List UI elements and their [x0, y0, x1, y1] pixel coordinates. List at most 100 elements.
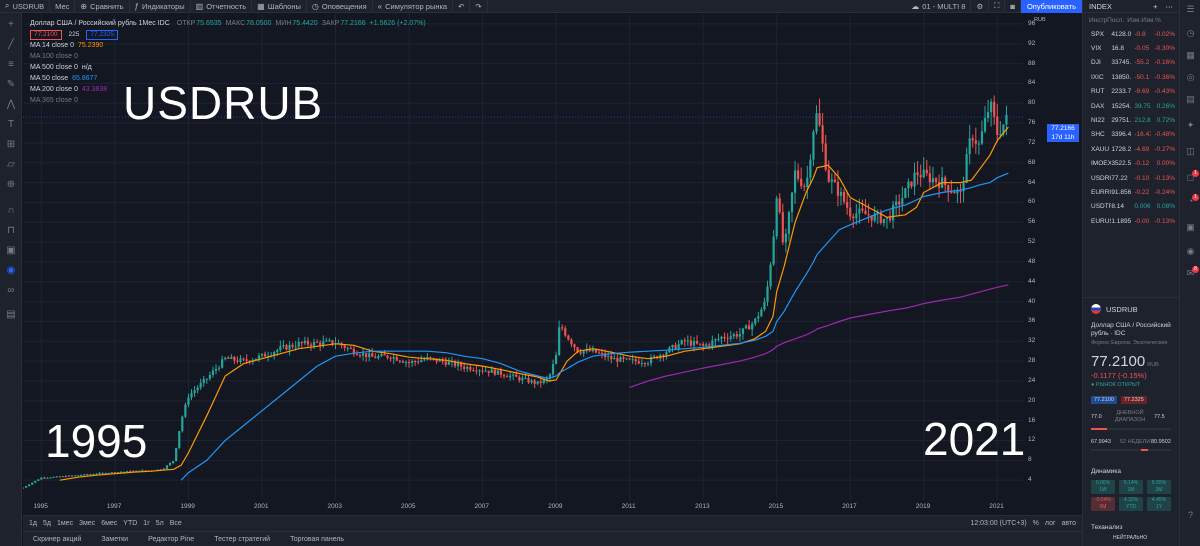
redo-button[interactable]: ↷ [470, 0, 488, 13]
candle-body [499, 370, 503, 375]
chart-pane[interactable]: Доллар США / Российский рубль 1Мес IDC О… [23, 14, 1059, 515]
watchlist-row[interactable]: SPX 4128.0 -0.8 -0.02% [1083, 27, 1179, 41]
panel-tab[interactable]: Торговая панель [280, 536, 354, 543]
text-icon[interactable]: T [0, 119, 22, 130]
col-change[interactable]: Изм. [1127, 17, 1141, 24]
trash-icon[interactable]: ▤ [0, 309, 22, 320]
trend-line-icon[interactable]: ╱ [0, 39, 22, 50]
range-button[interactable]: 1г [143, 520, 149, 527]
watchlist-row[interactable]: EURUS1.1895-0.00 -0.13% [1083, 214, 1179, 228]
zoom-in-icon[interactable]: ⊕ [0, 179, 22, 190]
details-bid[interactable]: 77.2100 [1091, 396, 1117, 404]
alerts-clock-icon[interactable]: ◷ [1180, 28, 1200, 39]
symbol-search-button[interactable]: ⌕ USDRUB [0, 0, 51, 13]
ma-row[interactable]: MA 100 close 0 [30, 51, 430, 62]
price-axis[interactable]: RUB 96 92 88 84 80 76 72 68 64 60 56 52 48 44 40 36 32 28… [1020, 14, 1059, 515]
streams-icon[interactable]: ◫ [1180, 146, 1200, 157]
candle-body [77, 475, 80, 477]
clock[interactable]: 12:03:00 (UTC+3) [970, 520, 1026, 527]
range-button[interactable]: 1д [29, 520, 37, 527]
range-button[interactable]: 3мес [79, 520, 95, 527]
watchlist-row[interactable]: DJI 33745. -55.2 -0.16% [1083, 56, 1179, 70]
col-change-pct[interactable]: Изм.% [1141, 17, 1161, 24]
panel-tab[interactable]: Редактор Pine [138, 536, 204, 543]
col-symbol[interactable]: Инстр [1089, 17, 1107, 24]
watchlist-row[interactable]: USDTR8.14 0.0062 0.08% [1083, 200, 1179, 214]
watchlist-row[interactable]: XAUU 1728.2 -4.69 -0.27% [1083, 142, 1179, 156]
auto-toggle[interactable]: авто [1062, 520, 1076, 527]
percent-toggle[interactable]: % [1033, 520, 1039, 527]
snapshot-button[interactable]: ◙ [1005, 0, 1021, 13]
lock-open-icon[interactable]: ⊓ [0, 225, 22, 236]
candle-body [383, 354, 386, 356]
settings-button[interactable]: ⚙ [971, 0, 990, 13]
panel-tab[interactable]: Заметки [91, 536, 138, 543]
watchlist-row[interactable]: USDRU77.22 -0.10 -0.13% [1083, 171, 1179, 185]
watchlist-icon[interactable]: ☰ [1180, 4, 1200, 15]
undo-button[interactable]: ↶ [453, 0, 471, 13]
indicators-button[interactable]: ƒ Индикаторы [130, 0, 191, 13]
broadcast-icon[interactable]: ◉ [1180, 246, 1200, 257]
watchlist-title[interactable]: INDEX [1089, 2, 1112, 11]
add-symbol-icon[interactable]: + [1153, 2, 1157, 11]
range-button[interactable]: 5д [43, 520, 51, 527]
log-toggle[interactable]: лог [1045, 520, 1056, 527]
compare-button[interactable]: ⊕ Сравнить [75, 0, 130, 13]
wl-change: -50.1 [1134, 73, 1150, 81]
ruler-icon[interactable]: ▱ [0, 159, 22, 170]
calendar-events-icon[interactable]: ▣ [1180, 222, 1200, 233]
watchlist-row[interactable]: VIX 16.8 -0.05 -0.30% [1083, 41, 1179, 55]
watchlist-row[interactable]: IMOEX 3522.5 -0.12 0.00% [1083, 157, 1179, 171]
ma-row[interactable]: MA 500 close 0 н/д [30, 62, 430, 73]
ma-label: MA 365 close 0 [30, 97, 78, 104]
candle-body [800, 178, 803, 187]
fib-icon[interactable]: ≡ [0, 59, 22, 70]
help-icon[interactable]: ? [1180, 510, 1200, 520]
crosshair-icon[interactable]: + [0, 19, 22, 30]
watchlist-row[interactable]: IXIC 13850. -50.1 -0.36% [1083, 70, 1179, 84]
brush-icon[interactable]: ✎ [0, 79, 22, 90]
layout-button[interactable]: ☁ 01 - MULTI 8 [906, 0, 972, 13]
range-button[interactable]: 6мес [101, 520, 117, 527]
candle-body [643, 363, 647, 365]
panel-tab[interactable]: Скринер акций [23, 536, 91, 543]
watchlist-row[interactable]: RUT 2233.7 -9.69 -0.43% [1083, 85, 1179, 99]
col-last[interactable]: Посл. [1107, 17, 1124, 24]
projection-icon[interactable]: ⊞ [0, 139, 22, 150]
watchlist-row[interactable]: DAX 15254. 39.75 0.26% [1083, 99, 1179, 113]
more-icon[interactable]: ⋯ [1166, 2, 1174, 11]
calendar-icon[interactable]: ▤ [1180, 94, 1200, 105]
time-axis[interactable]: 1995 1997 1999 2001 2003 2005 2007 2009 2011 2013… [23, 500, 1059, 514]
interval-button[interactable]: Мес [50, 0, 76, 13]
details-ask[interactable]: 77.2325 [1120, 396, 1147, 404]
data-window-icon[interactable]: ▦ [1180, 50, 1200, 61]
hotlist-icon[interactable]: ◎ [1180, 72, 1200, 83]
range-button[interactable]: Все [170, 520, 182, 527]
candle-body [208, 374, 211, 379]
fullscreen-button[interactable]: ⛶ [989, 0, 1006, 13]
time-label: 2021 [989, 503, 1004, 510]
watchlist-row[interactable]: EURRU91.856-0.22 -0.24% [1083, 185, 1179, 199]
watchlist-row[interactable]: NI22 29751.212.81 0.72% [1083, 113, 1179, 127]
eye-icon[interactable]: ◉ [0, 265, 22, 276]
ma-row[interactable]: MA 14 close 0 75.2390 [30, 40, 430, 51]
dynamics-cell: 4.45% 1Y [1147, 497, 1171, 511]
templates-button[interactable]: ▦ Шаблоны [252, 0, 307, 13]
range-button[interactable]: 1мес [57, 520, 73, 527]
pattern-icon[interactable]: ⋀ [0, 99, 22, 110]
publish-button[interactable]: Опубликовать [1020, 0, 1082, 13]
lock-icon[interactable]: ▣ [0, 245, 22, 256]
link-icon[interactable]: ∞ [0, 285, 22, 296]
ask-box[interactable]: 77.2325 [86, 29, 118, 40]
watchlist-row[interactable]: SHC 3396.4 -16.47 -0.48% [1083, 128, 1179, 142]
replay-button[interactable]: «Симулятор рынка [373, 0, 454, 13]
panel-tab[interactable]: Тестер стратегий [204, 536, 280, 543]
range-button[interactable]: YTD [123, 520, 137, 527]
range-button[interactable]: 5л [156, 520, 164, 527]
alerts-button[interactable]: ◷ Оповещения [307, 0, 373, 13]
financials-button[interactable]: ▥ Отчетность [191, 0, 253, 13]
ideas-icon[interactable]: ✦ [1180, 120, 1200, 131]
wl-change-pct: 0.26% [1156, 102, 1175, 110]
magnet-icon[interactable]: ∩ [0, 205, 22, 216]
bid-box[interactable]: 77.2100 [30, 29, 62, 40]
